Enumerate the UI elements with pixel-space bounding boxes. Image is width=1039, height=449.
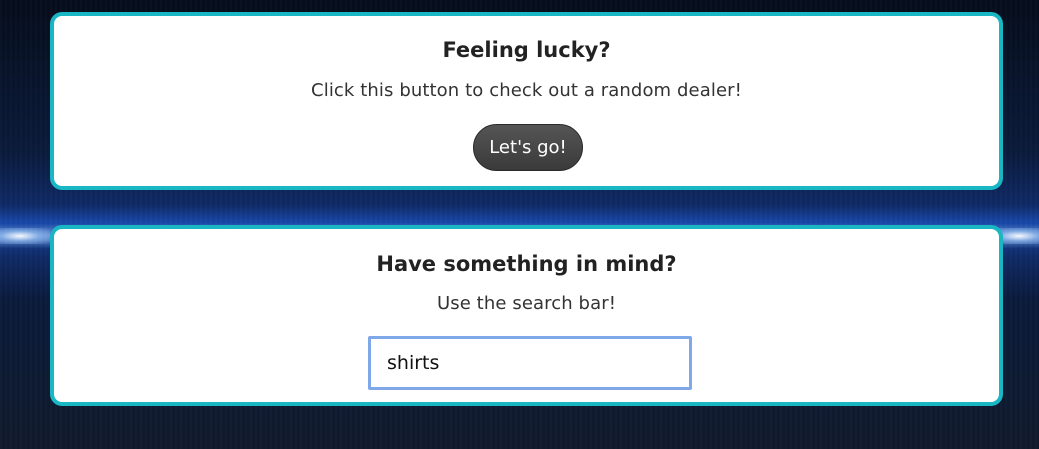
light-streak-left — [0, 228, 50, 244]
lets-go-button[interactable]: Let's go! — [473, 124, 583, 171]
search-card-title: Have something in mind? — [376, 252, 677, 276]
search-card-description: Use the search bar! — [436, 293, 617, 314]
random-dealer-description: Click this button to check out a random … — [311, 80, 742, 101]
search-input[interactable] — [371, 339, 689, 387]
random-dealer-title: Feeling lucky? — [442, 38, 611, 62]
search-card: Have something in mind? Use the search b… — [50, 225, 1003, 406]
random-dealer-card: Feeling lucky? Click this button to chec… — [50, 12, 1003, 190]
search-field-wrapper — [368, 336, 692, 390]
